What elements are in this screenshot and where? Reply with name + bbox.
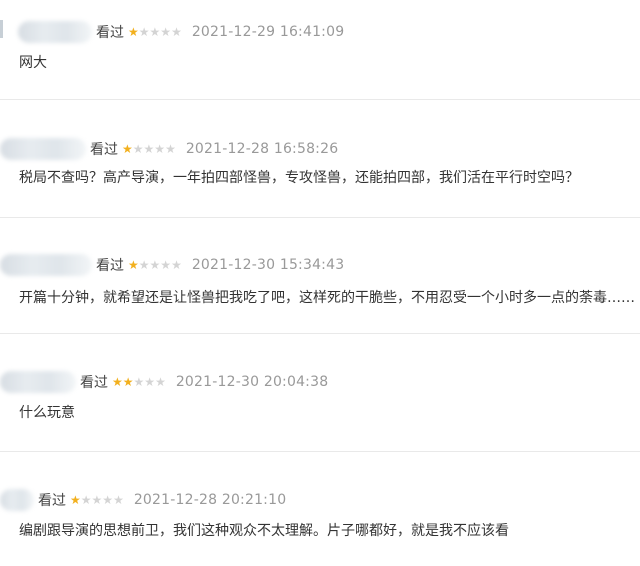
- star-icon: ★: [138, 258, 150, 272]
- watched-label: 看过: [96, 25, 124, 41]
- star-icon: ★: [113, 493, 124, 507]
- star-icon: ★: [122, 375, 134, 389]
- star-icon: ★: [155, 375, 166, 389]
- comment-list: 看过 ★ ★ ★ ★ ★ 2021-12-29 16:41:09 网大 看过 ★…: [0, 0, 640, 566]
- star-icon: ★: [149, 258, 161, 272]
- comment-time: 2021-12-30 15:34:43: [191, 257, 345, 273]
- star-icon: ★: [128, 25, 139, 39]
- comment-time: 2021-12-30 20:04:38: [175, 374, 329, 390]
- avatar-edge: [0, 20, 3, 38]
- comment-time: 2021-12-28 16:58:26: [185, 141, 339, 157]
- star-icon: ★: [102, 493, 114, 507]
- star-icon: ★: [143, 142, 155, 156]
- comment-text: 网大: [19, 55, 47, 71]
- star-icon: ★: [171, 25, 182, 39]
- avatar[interactable]: [0, 254, 92, 276]
- comment-meta: 看过 ★ ★ ★ ★ ★ 2021-12-29 16:41:09: [18, 20, 344, 44]
- comment-item: 看过 ★ ★ ★ ★ ★ 2021-12-29 16:41:09 网大: [0, 0, 640, 100]
- star-icon: ★: [133, 375, 145, 389]
- comment-item: 看过 ★ ★ ★ ★ ★ 2021-12-28 16:58:26 税局不查吗？高…: [0, 100, 640, 218]
- star-icon: ★: [171, 258, 182, 272]
- star-icon: ★: [70, 493, 81, 507]
- comment-meta: 看过 ★ ★ ★ ★ ★ 2021-12-28 16:58:26: [0, 137, 338, 161]
- star-icon: ★: [138, 25, 150, 39]
- comment-time: 2021-12-28 20:21:10: [133, 492, 287, 508]
- star-icon: ★: [149, 25, 161, 39]
- star-icon: ★: [80, 493, 92, 507]
- watched-label: 看过: [96, 258, 124, 274]
- avatar[interactable]: [18, 21, 92, 43]
- comment-meta: 看过 ★ ★ ★ ★ ★ 2021-12-30 15:34:43: [0, 253, 344, 277]
- star-icon: ★: [160, 25, 172, 39]
- rating-stars: ★ ★ ★ ★ ★: [128, 26, 182, 38]
- avatar[interactable]: [0, 138, 86, 160]
- comment-item: 看过 ★ ★ ★ ★ ★ 2021-12-30 20:04:38 什么玩意: [0, 334, 640, 452]
- watched-label: 看过: [38, 493, 66, 509]
- comment-meta: 看过 ★ ★ ★ ★ ★ 2021-12-28 20:21:10: [0, 488, 286, 512]
- star-icon: ★: [132, 142, 144, 156]
- star-icon: ★: [112, 375, 123, 389]
- comment-meta: 看过 ★ ★ ★ ★ ★ 2021-12-30 20:04:38: [0, 370, 328, 394]
- comment-text: 什么玩意: [19, 405, 75, 421]
- avatar[interactable]: [0, 371, 76, 393]
- watched-label: 看过: [90, 142, 118, 158]
- comment-text: 编剧跟导演的思想前卫，我们这种观众不太理解。片子哪都好，就是我不应该看: [19, 523, 509, 539]
- comment-item: 看过 ★ ★ ★ ★ ★ 2021-12-28 20:21:10 编剧跟导演的思…: [0, 452, 640, 566]
- watched-label: 看过: [80, 375, 108, 391]
- rating-stars: ★ ★ ★ ★ ★: [128, 259, 182, 271]
- rating-stars: ★ ★ ★ ★ ★: [70, 494, 124, 506]
- avatar[interactable]: [0, 489, 34, 511]
- comment-text: 开篇十分钟，就希望还是让怪兽把我吃了吧，这样死的干脆些，不用忍受一个小时多一点的…: [19, 290, 635, 306]
- comment-time: 2021-12-29 16:41:09: [191, 24, 345, 40]
- star-icon: ★: [91, 493, 103, 507]
- star-icon: ★: [122, 142, 133, 156]
- star-icon: ★: [165, 142, 176, 156]
- rating-stars: ★ ★ ★ ★ ★: [122, 143, 176, 155]
- comment-item: 看过 ★ ★ ★ ★ ★ 2021-12-30 15:34:43 开篇十分钟，就…: [0, 218, 640, 334]
- star-icon: ★: [144, 375, 156, 389]
- rating-stars: ★ ★ ★ ★ ★: [112, 376, 166, 388]
- star-icon: ★: [160, 258, 172, 272]
- star-icon: ★: [154, 142, 166, 156]
- star-icon: ★: [128, 258, 139, 272]
- comment-text: 税局不查吗？高产导演，一年拍四部怪兽，专攻怪兽，还能拍四部，我们活在平行时空吗？: [19, 170, 579, 186]
